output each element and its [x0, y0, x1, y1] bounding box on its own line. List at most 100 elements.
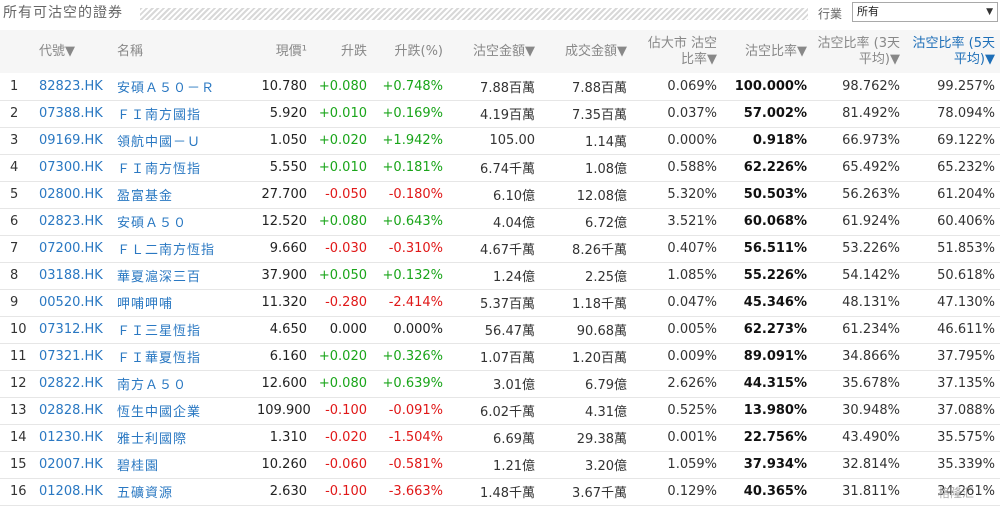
- stock-name-link[interactable]: 呷哺呷哺: [112, 289, 252, 316]
- price-change-pct: -1.504%: [388, 430, 443, 445]
- stock-name-link[interactable]: 五礦資源: [112, 478, 252, 505]
- stock-name-link[interactable]: 雅士利國際: [112, 424, 252, 451]
- short-ratio-3d: 61.234%: [842, 322, 900, 337]
- stock-code-link[interactable]: 07312.HK: [34, 316, 112, 343]
- stock-code-link[interactable]: 07321.HK: [34, 343, 112, 370]
- header-name: 名稱: [117, 43, 144, 59]
- top-bar: 所有可沽空的證券 行業 所有 ▼: [0, 0, 1000, 28]
- row-index: 3: [10, 133, 19, 148]
- stock-name-link[interactable]: ＦＩ華夏恆指: [112, 343, 252, 370]
- short-ratio: 37.934%: [743, 457, 807, 472]
- title-divider: [140, 8, 808, 20]
- turnover-amount: 1.18千萬: [572, 297, 627, 312]
- row-index: 4: [10, 160, 19, 175]
- stock-code-link[interactable]: 02822.HK: [34, 370, 112, 397]
- table-row: 13 02828.HK 恆生中國企業 109.900 -0.100 -0.091% 6.02…: [0, 397, 1000, 424]
- stock-code-link[interactable]: 07200.HK: [34, 235, 112, 262]
- stock-code-link[interactable]: 01208.HK: [34, 478, 112, 505]
- price-change-pct: -0.310%: [388, 241, 443, 256]
- short-ratio-3d: 81.492%: [842, 106, 900, 121]
- stock-name-link[interactable]: ＦＩ南方國指: [112, 100, 252, 127]
- turnover-amount: 7.88百萬: [572, 80, 627, 96]
- stock-code-link[interactable]: 01230.HK: [34, 424, 112, 451]
- current-price: 27.700: [261, 187, 308, 202]
- turnover-amount: 6.72億: [585, 216, 627, 231]
- stock-name-link[interactable]: ＦＩ南方恆指: [112, 154, 252, 181]
- header-code[interactable]: 代號▼: [34, 30, 112, 73]
- price-change: +0.010: [318, 160, 367, 175]
- stock-code-link[interactable]: 03188.HK: [34, 262, 112, 289]
- market-short-ratio: 2.626%: [667, 376, 717, 391]
- header-short-amount[interactable]: 沽空金額▼: [448, 30, 540, 73]
- current-price: 109.900: [257, 403, 311, 418]
- price-change-pct: +0.643%: [382, 214, 443, 229]
- row-index: 8: [10, 268, 19, 283]
- header-index: [0, 30, 34, 73]
- stock-code-link[interactable]: 02828.HK: [34, 397, 112, 424]
- market-short-ratio: 3.521%: [667, 214, 717, 229]
- short-ratio: 45.346%: [743, 295, 807, 310]
- stock-name-link[interactable]: 南方Ａ５０: [112, 370, 252, 397]
- header-price: 現價¹: [275, 43, 307, 59]
- row-index: 2: [10, 106, 19, 121]
- short-ratio: 60.068%: [743, 214, 807, 229]
- turnover-amount: 1.14萬: [585, 135, 627, 150]
- turnover-amount: 2.25億: [585, 270, 627, 285]
- stock-code-link[interactable]: 02800.HK: [34, 181, 112, 208]
- current-price: 37.900: [261, 268, 308, 283]
- stock-name-link[interactable]: ＦＬ二南方恆指: [112, 235, 252, 262]
- stock-code-link[interactable]: 00520.HK: [34, 289, 112, 316]
- stock-name-link[interactable]: 領航中國－Ｕ: [112, 127, 252, 154]
- market-short-ratio: 0.009%: [667, 349, 717, 364]
- header-turnover[interactable]: 成交金額▼: [540, 30, 632, 73]
- short-ratio-3d: 32.814%: [842, 457, 900, 472]
- stock-code-link[interactable]: 07300.HK: [34, 154, 112, 181]
- stock-name-link[interactable]: 安碩Ａ５０: [112, 208, 252, 235]
- header-short-ratio[interactable]: 沽空比率▼: [722, 30, 812, 73]
- short-ratio-3d: 30.948%: [842, 403, 900, 418]
- header-short-ratio-3d[interactable]: 沽空比率 (3天平均)▼: [812, 30, 905, 73]
- price-change-pct: +0.132%: [382, 268, 443, 283]
- short-ratio: 50.503%: [743, 187, 807, 202]
- short-ratio-3d: 66.973%: [842, 133, 900, 148]
- short-amount: 1.24億: [493, 270, 535, 285]
- row-index: 13: [10, 403, 27, 418]
- price-change: -0.280: [325, 295, 367, 310]
- stock-code-link[interactable]: 82823.HK: [34, 73, 112, 100]
- price-change: +0.080: [318, 78, 367, 94]
- current-price: 5.920: [269, 106, 307, 121]
- stock-name-link[interactable]: 安碩Ａ５０－Ｒ: [112, 73, 252, 100]
- stock-name-link[interactable]: 盈富基金: [112, 181, 252, 208]
- stock-code-link[interactable]: 02823.HK: [34, 208, 112, 235]
- industry-select[interactable]: 所有 ▼: [852, 2, 998, 22]
- table-header-row: 代號▼ 名稱 現價¹ 升跌 升跌(%) 沽空金額▼ 成交金額▼ 佔大市 沽空比率…: [0, 30, 1000, 73]
- stock-name-link[interactable]: 碧桂園: [112, 451, 252, 478]
- market-short-ratio: 0.588%: [667, 160, 717, 175]
- stock-code-link[interactable]: 07388.HK: [34, 100, 112, 127]
- market-short-ratio: 1.085%: [667, 268, 717, 283]
- turnover-amount: 8.26千萬: [572, 243, 627, 258]
- header-market-short-ratio[interactable]: 佔大市 沽空比率▼: [632, 30, 722, 73]
- stock-code-link[interactable]: 02007.HK: [34, 451, 112, 478]
- header-short-ratio-5d[interactable]: 沽空比率 (5天平均)▼: [905, 30, 1000, 73]
- stock-name-link[interactable]: 恆生中國企業: [112, 397, 252, 424]
- market-short-ratio: 0.037%: [667, 106, 717, 121]
- stock-code-link[interactable]: 09169.HK: [34, 127, 112, 154]
- price-change-pct: +0.326%: [382, 349, 443, 364]
- market-short-ratio: 0.069%: [667, 78, 717, 94]
- short-ratio-5d: 65.232%: [937, 160, 995, 175]
- stock-name-link[interactable]: ＦＩ三星恆指: [112, 316, 252, 343]
- watermark-text: 格隆汇: [938, 486, 975, 500]
- table-row: 4 07300.HK ＦＩ南方恆指 5.550 +0.010 +0.181% 6.74千萬 1…: [0, 154, 1000, 181]
- short-ratio-5d: 35.575%: [937, 430, 995, 445]
- current-price: 6.160: [269, 349, 307, 364]
- table-row: 7 07200.HK ＦＬ二南方恆指 9.660 -0.030 -0.310% 4.67千萬…: [0, 235, 1000, 262]
- short-ratio-3d: 35.678%: [842, 376, 900, 391]
- short-amount: 3.01億: [493, 378, 535, 393]
- price-change: -0.050: [325, 187, 367, 202]
- stock-name-link[interactable]: 華夏滬深三百: [112, 262, 252, 289]
- short-ratio-5d: 37.135%: [937, 376, 995, 391]
- short-ratio-5d: 60.406%: [937, 214, 995, 229]
- short-ratio-3d: 56.263%: [842, 187, 900, 202]
- current-price: 12.520: [261, 214, 308, 229]
